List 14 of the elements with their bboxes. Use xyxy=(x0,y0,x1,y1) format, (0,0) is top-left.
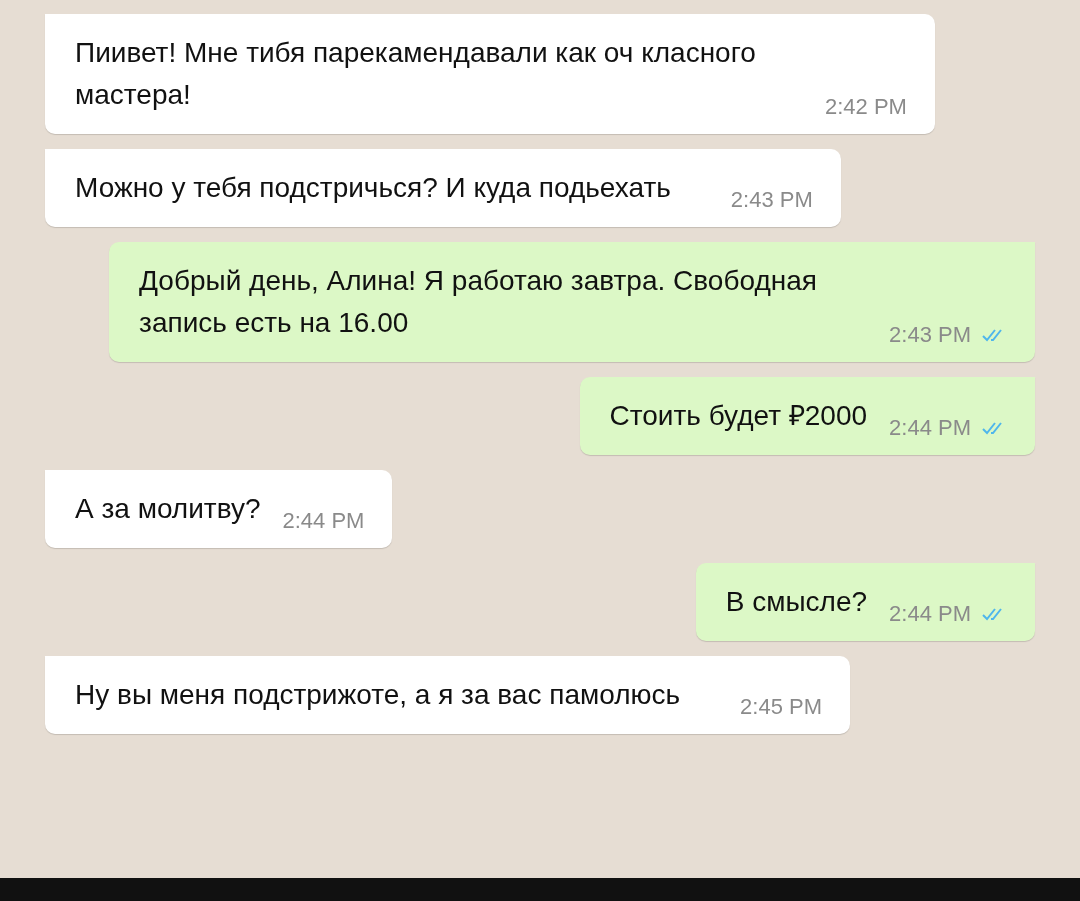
message-time: 2:43 PM xyxy=(889,322,971,348)
message-time: 2:44 PM xyxy=(889,601,971,627)
message-time: 2:44 PM xyxy=(282,508,365,534)
message-text: Добрый день, Алина! Я работаю завтра. Свободная запись есть на 16.00 xyxy=(139,264,818,340)
message-time: 2:43 PM xyxy=(730,187,813,213)
message-time: 2:45 PM xyxy=(740,694,823,720)
message-text: А за молитву? xyxy=(75,492,261,526)
message-text: Стоить будет ₽2000 xyxy=(609,399,868,433)
message-text: Ну вы меня подстрижоте, а я за вас памолюсь xyxy=(75,678,681,712)
message-text: Пиивет! Мне тибя парекамендавали как оч класного мастера! xyxy=(75,36,757,112)
message-time: 2:42 PM xyxy=(825,94,907,120)
message-time: 2:44 PM xyxy=(889,415,971,441)
message-text: В смысле? xyxy=(725,585,868,619)
message-text: Можно у тебя подстричься? И куда подьехать xyxy=(75,171,671,205)
